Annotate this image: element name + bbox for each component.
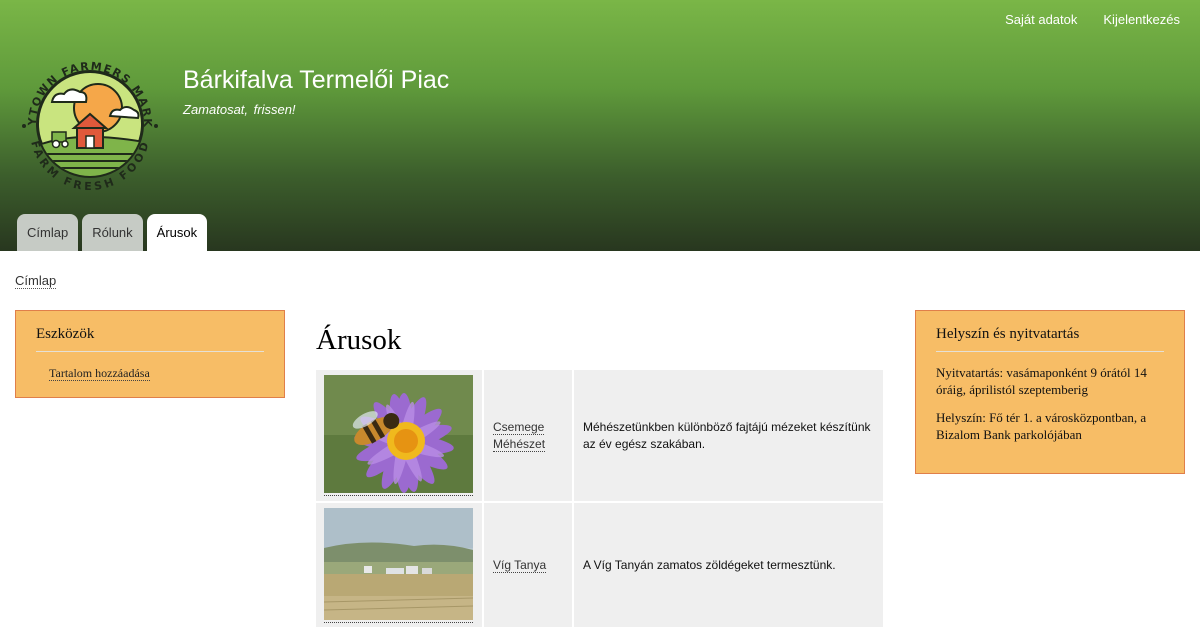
page-title: Árusok (316, 324, 402, 356)
location-text: Helyszín: Fő tér 1. a városközpontban, a… (936, 410, 1147, 442)
table-row: Csemege Méhészet Méhészetünkben különböz… (316, 370, 885, 503)
farm-landscape-image (324, 507, 473, 620)
table-cell: Csemege Méhészet (483, 370, 574, 503)
vendor-description: Méhészetünkben különböző fajtájú mézeket… (573, 370, 885, 503)
vendors-table: Csemege Méhészet Méhészetünkben különböz… (316, 370, 885, 628)
opening-hours-text: Nyitvatartás: vasámaponként 9 órától 14 … (936, 365, 1147, 397)
vendor-name-link[interactable]: Csemege Méhészet (493, 419, 546, 452)
table-cell (316, 370, 484, 503)
table-cell: Víg Tanya (483, 502, 574, 628)
tab-about[interactable]: Rólunk (82, 214, 143, 251)
secondary-menu: Saját adatok Kijelentkezés (1005, 12, 1180, 27)
logout-link[interactable]: Kijelentkezés (1103, 12, 1180, 27)
table-row: Víg Tanya A Víg Tanyán zamatos zöldégeke… (316, 502, 885, 628)
location-hours-title: Helyszín és nyitvatartás (936, 326, 1164, 352)
site-logo[interactable]: ANYTOWN FARMERS MARKET FARM FRESH FOOD (11, 40, 164, 198)
location-hours-block: Helyszín és nyitvatartás Nyitvatartás: v… (915, 310, 1185, 474)
tab-vendors[interactable]: Árusok (146, 214, 208, 251)
vendor-name-link[interactable]: Víg Tanya (493, 557, 547, 573)
site-name[interactable]: Bárkifalva Termelői Piac (183, 66, 449, 95)
tools-block: Eszközök Tartalom hozzáadása (15, 310, 285, 398)
breadcrumb-home-link[interactable]: Címlap (15, 273, 57, 289)
farm-logo-icon: ANYTOWN FARMERS MARKET FARM FRESH FOOD (11, 40, 158, 193)
main-menu: Címlap Rólunk Árusok (17, 214, 208, 251)
my-account-link[interactable]: Saját adatok (1005, 12, 1077, 27)
tools-block-title: Eszközök (36, 326, 264, 352)
vendor-description: A Víg Tanyán zamatos zöldégeket termeszt… (573, 502, 885, 628)
site-header: Saját adatok Kijelentkezés ANYTOWN FARME… (0, 0, 1200, 251)
table-cell (316, 502, 484, 628)
bee-flower-image (324, 375, 473, 493)
bee-on-flower-photo[interactable] (324, 375, 473, 496)
farm-landscape-photo[interactable] (324, 507, 473, 623)
tab-home[interactable]: Címlap (17, 214, 79, 251)
site-slogan: Zamatosat, frissen! (183, 102, 296, 117)
add-content-link[interactable]: Tartalom hozzáadása (49, 366, 150, 381)
breadcrumb: Címlap (15, 273, 57, 289)
